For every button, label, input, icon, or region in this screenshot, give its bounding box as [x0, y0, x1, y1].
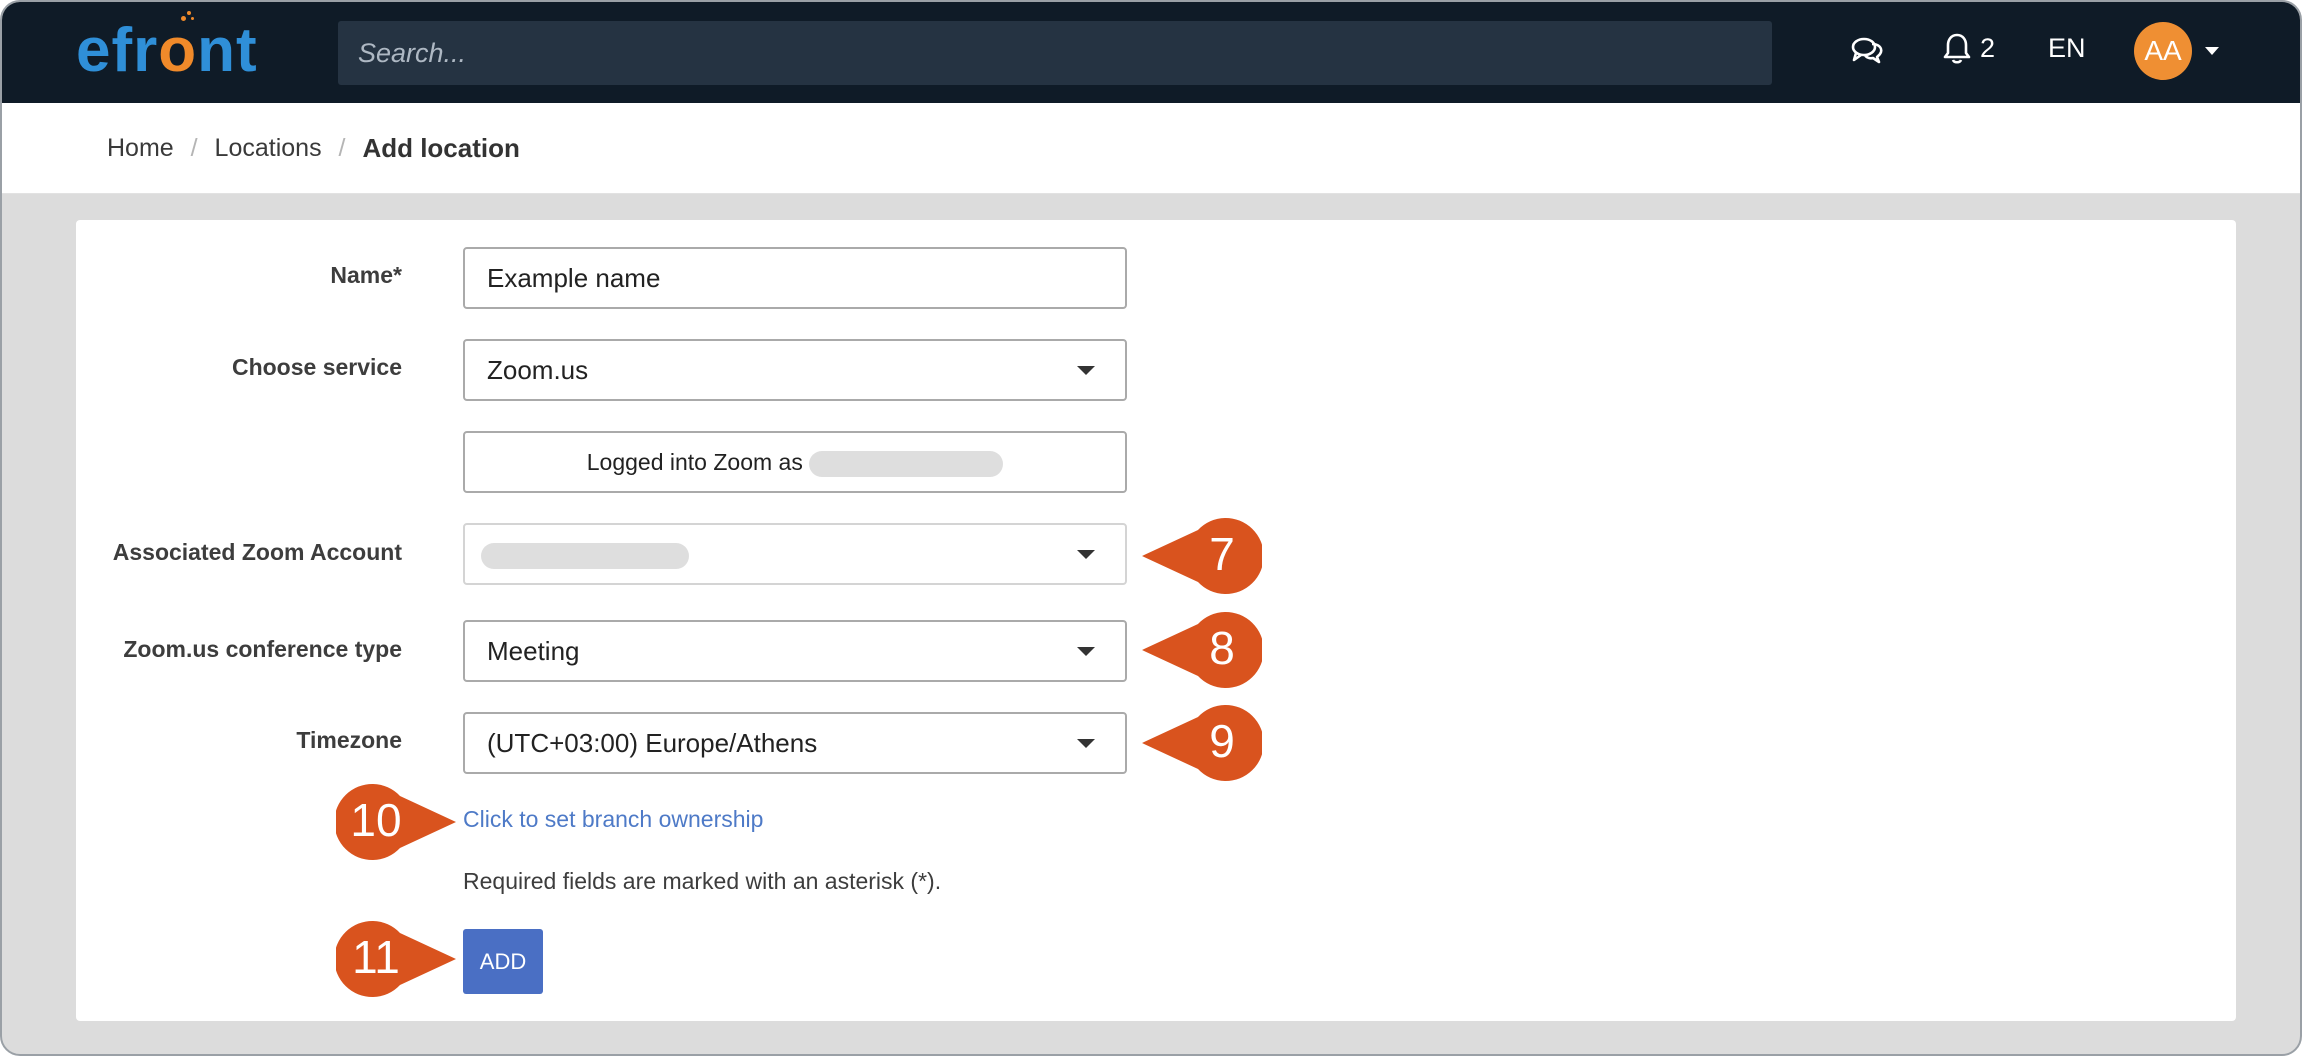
breadcrumb-current: Add location — [362, 133, 520, 163]
service-label: Choose service — [231, 354, 402, 380]
conference-type-select[interactable]: Meeting — [463, 620, 1127, 682]
timezone-label: Timezone — [296, 727, 402, 753]
chevron-down-icon — [1077, 366, 1095, 375]
chevron-down-icon[interactable] — [2205, 47, 2219, 55]
logo-text-o: o — [158, 11, 198, 85]
service-select[interactable]: Zoom.us — [463, 339, 1127, 401]
breadcrumb-separator: / — [190, 134, 198, 162]
breadcrumb-locations[interactable]: Locations — [215, 134, 322, 162]
bell-icon[interactable] — [1942, 32, 1972, 71]
callout-10-number: 10 — [350, 794, 401, 846]
timezone-value: (UTC+03:00) Europe/Athens — [487, 728, 818, 758]
name-field[interactable]: Example name — [463, 247, 1127, 309]
top-navbar: efront 2 EN AA — [2, 2, 2300, 103]
app-window: efront 2 EN AA Home / Location — [0, 0, 2302, 1056]
avatar[interactable]: AA — [2134, 22, 2192, 80]
logo-dots — [177, 10, 195, 24]
logo-letter-o: o — [158, 16, 198, 85]
search-input[interactable] — [338, 21, 1772, 85]
logged-in-text: Logged into Zoom as — [586, 449, 803, 475]
chevron-down-icon — [1077, 550, 1095, 559]
chevron-down-icon — [1077, 647, 1095, 656]
breadcrumb-separator: / — [338, 134, 346, 162]
zoom-login-status[interactable]: Logged into Zoom as — [463, 431, 1127, 493]
logo-text-right: nt — [197, 16, 258, 85]
redacted-account — [481, 543, 689, 570]
zoom-account-label: Associated Zoom Account — [112, 539, 402, 565]
language-selector[interactable]: EN — [2048, 33, 2086, 64]
name-field-value: Example name — [487, 263, 661, 293]
name-label: Name* — [330, 262, 402, 288]
zoom-account-select[interactable] — [463, 523, 1127, 585]
breadcrumb-bar: Home / Locations / Add location — [2, 103, 2300, 194]
chat-icon[interactable] — [1850, 35, 1884, 70]
breadcrumb-home[interactable]: Home — [107, 134, 174, 162]
callout-11: 11 — [336, 919, 456, 999]
search-bar — [338, 21, 1772, 85]
callout-7-number: 7 — [1209, 528, 1235, 580]
logo-text-left: efr — [76, 16, 159, 85]
breadcrumb: Home / Locations / Add location — [107, 133, 520, 164]
notification-count[interactable]: 2 — [1980, 33, 1995, 64]
callout-10: 10 — [336, 782, 456, 862]
efront-logo[interactable]: efro nt — [76, 11, 258, 86]
conference-type-label: Zoom.us conference type — [123, 636, 402, 662]
callout-8: 8 — [1142, 610, 1262, 690]
callout-9-number: 9 — [1209, 715, 1235, 767]
add-button[interactable]: ADD — [463, 929, 543, 994]
redacted-email — [809, 450, 1004, 477]
callout-9: 9 — [1142, 703, 1262, 783]
callout-7: 7 — [1142, 516, 1262, 596]
callout-8-number: 8 — [1209, 622, 1235, 674]
conference-type-value: Meeting — [487, 636, 580, 666]
service-select-value: Zoom.us — [487, 355, 589, 385]
branch-ownership-link[interactable]: Click to set branch ownership — [463, 806, 763, 833]
chevron-down-icon — [1077, 739, 1095, 748]
callout-11-number: 11 — [352, 931, 400, 983]
required-fields-note: Required fields are marked with an aster… — [463, 868, 942, 894]
timezone-select[interactable]: (UTC+03:00) Europe/Athens — [463, 712, 1127, 774]
